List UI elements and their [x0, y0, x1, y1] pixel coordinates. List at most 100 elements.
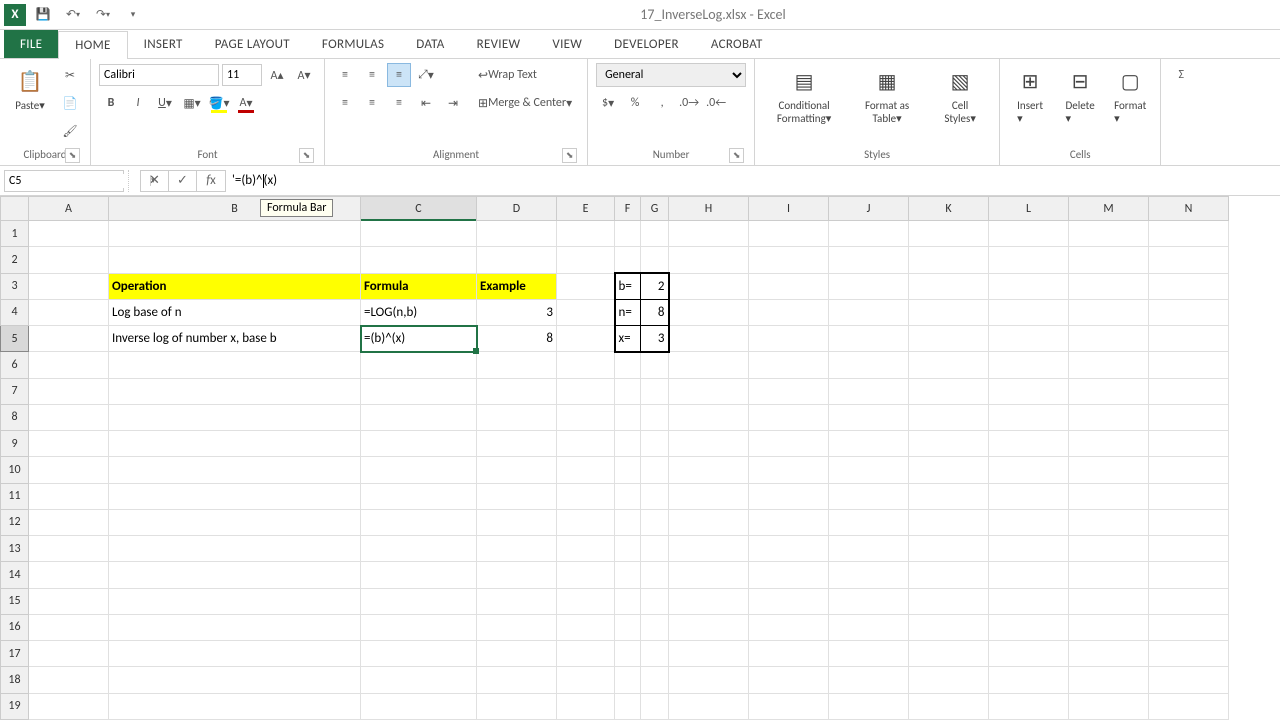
cell-L11[interactable] [989, 483, 1069, 509]
alignment-launcher[interactable]: ⬊ [562, 148, 577, 163]
decrease-indent-button[interactable]: ⇤ [414, 91, 438, 115]
row-header-10[interactable]: 10 [1, 457, 29, 483]
cell-I11[interactable] [749, 483, 829, 509]
formula-input[interactable]: '=(b)^(x) Formula Bar [226, 173, 1280, 188]
cell-M3[interactable] [1069, 273, 1149, 299]
cell-J19[interactable] [829, 693, 909, 719]
cell-B8[interactable] [109, 404, 361, 430]
cell-J12[interactable] [829, 509, 909, 535]
cell-L13[interactable] [989, 536, 1069, 562]
cell-G18[interactable] [641, 667, 669, 693]
cell-C7[interactable] [361, 378, 477, 404]
cell-L4[interactable] [989, 299, 1069, 325]
cell-N9[interactable] [1149, 431, 1229, 457]
cell-K2[interactable] [909, 247, 989, 273]
cell-M11[interactable] [1069, 483, 1149, 509]
col-header-H[interactable]: H [669, 197, 749, 221]
col-header-D[interactable]: D [477, 197, 557, 221]
format-cells-button[interactable]: ▢Format▾ [1108, 63, 1152, 127]
cell-I16[interactable] [749, 614, 829, 640]
cell-K3[interactable] [909, 273, 989, 299]
cell-A16[interactable] [29, 614, 109, 640]
cell-E9[interactable] [557, 431, 615, 457]
cell-D4[interactable]: 3 [477, 299, 557, 325]
cell-D6[interactable] [477, 352, 557, 378]
cell-H7[interactable] [669, 378, 749, 404]
cell-A2[interactable] [29, 247, 109, 273]
cell-M9[interactable] [1069, 431, 1149, 457]
cell-E16[interactable] [557, 614, 615, 640]
cell-N8[interactable] [1149, 404, 1229, 430]
cell-A19[interactable] [29, 693, 109, 719]
cell-C11[interactable] [361, 483, 477, 509]
cell-G9[interactable] [641, 431, 669, 457]
cell-G4[interactable]: 8 [641, 299, 669, 325]
cell-C10[interactable] [361, 457, 477, 483]
cell-D9[interactable] [477, 431, 557, 457]
cell-K11[interactable] [909, 483, 989, 509]
cell-styles-button[interactable]: ▧Cell Styles▾ [929, 63, 991, 127]
tab-insert[interactable]: INSERT [128, 30, 199, 58]
cell-E15[interactable] [557, 588, 615, 614]
cell-A15[interactable] [29, 588, 109, 614]
cell-J9[interactable] [829, 431, 909, 457]
cell-E14[interactable] [557, 562, 615, 588]
cell-B1[interactable] [109, 221, 361, 247]
cell-L9[interactable] [989, 431, 1069, 457]
col-header-C[interactable]: C [361, 197, 477, 221]
cell-B15[interactable] [109, 588, 361, 614]
row-header-16[interactable]: 16 [1, 614, 29, 640]
cell-M5[interactable] [1069, 326, 1149, 352]
cancel-fx-button[interactable]: ✕ [141, 171, 169, 191]
name-box[interactable]: ▾ [4, 170, 124, 192]
col-header-A[interactable]: A [29, 197, 109, 221]
cell-L3[interactable] [989, 273, 1069, 299]
delete-cells-button[interactable]: ⊟Delete▾ [1058, 63, 1102, 127]
cell-L17[interactable] [989, 641, 1069, 667]
cell-E8[interactable] [557, 404, 615, 430]
cell-N1[interactable] [1149, 221, 1229, 247]
tab-view[interactable]: VIEW [536, 30, 598, 58]
cell-G13[interactable] [641, 536, 669, 562]
cell-E11[interactable] [557, 483, 615, 509]
cell-C18[interactable] [361, 667, 477, 693]
cell-C12[interactable] [361, 509, 477, 535]
cell-A12[interactable] [29, 509, 109, 535]
save-button[interactable]: 💾 [30, 2, 56, 28]
cell-F12[interactable] [615, 509, 641, 535]
col-header-N[interactable]: N [1149, 197, 1229, 221]
tab-home[interactable]: HOME [58, 31, 127, 59]
underline-button[interactable]: U▾ [153, 91, 177, 115]
cell-I19[interactable] [749, 693, 829, 719]
row-header-19[interactable]: 19 [1, 693, 29, 719]
cell-C16[interactable] [361, 614, 477, 640]
cell-J2[interactable] [829, 247, 909, 273]
increase-decimal-button[interactable]: .0→ [677, 91, 701, 115]
tab-developer[interactable]: DEVELOPER [598, 30, 695, 58]
cell-E6[interactable] [557, 352, 615, 378]
cell-A13[interactable] [29, 536, 109, 562]
col-header-G[interactable]: G [641, 197, 669, 221]
cell-M12[interactable] [1069, 509, 1149, 535]
cell-H19[interactable] [669, 693, 749, 719]
cell-I15[interactable] [749, 588, 829, 614]
row-header-15[interactable]: 15 [1, 588, 29, 614]
cell-B13[interactable] [109, 536, 361, 562]
cell-D13[interactable] [477, 536, 557, 562]
redo-button[interactable]: ↷▾ [90, 2, 116, 28]
cell-N10[interactable] [1149, 457, 1229, 483]
cell-B3[interactable]: Operation [109, 273, 361, 299]
cell-D2[interactable] [477, 247, 557, 273]
row-header-1[interactable]: 1 [1, 221, 29, 247]
cell-K5[interactable] [909, 326, 989, 352]
cell-G17[interactable] [641, 641, 669, 667]
cell-H18[interactable] [669, 667, 749, 693]
cell-N16[interactable] [1149, 614, 1229, 640]
cell-A9[interactable] [29, 431, 109, 457]
row-header-18[interactable]: 18 [1, 667, 29, 693]
cell-A1[interactable] [29, 221, 109, 247]
cell-D8[interactable] [477, 404, 557, 430]
cell-H8[interactable] [669, 404, 749, 430]
cell-A8[interactable] [29, 404, 109, 430]
align-top-button[interactable]: ≡ [333, 63, 357, 87]
